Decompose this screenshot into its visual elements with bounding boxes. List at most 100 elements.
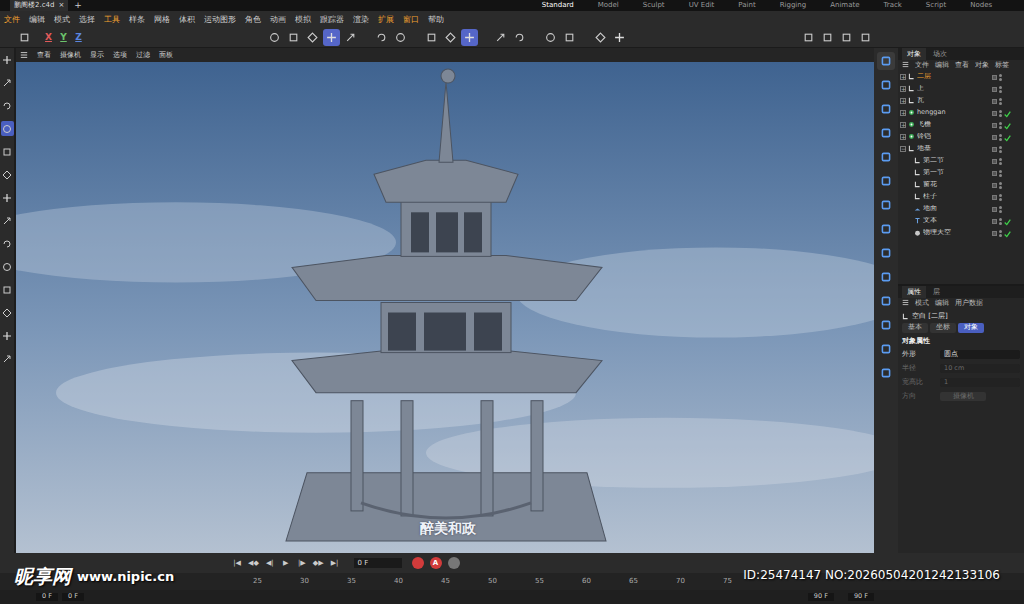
object-row[interactable]: 第一节 — [898, 167, 1024, 179]
field-value[interactable]: 圆点 — [940, 350, 1020, 360]
tool-icon[interactable] — [392, 29, 409, 46]
object-row[interactable]: 窗花 — [898, 179, 1024, 191]
start-field[interactable]: 0 F — [36, 593, 58, 601]
menu-item[interactable]: 模式 — [54, 15, 70, 24]
close-button[interactable]: × — [58, 1, 64, 9]
tool-icon[interactable] — [492, 29, 509, 46]
tool-icon[interactable] — [304, 29, 321, 46]
frame-field[interactable]: 0 F — [354, 558, 402, 568]
panel-tab[interactable]: 属性 — [902, 286, 926, 298]
enable-check[interactable] — [1004, 86, 1011, 93]
panel-menu-item[interactable]: 编辑 — [935, 300, 949, 308]
panel-tab[interactable]: 层 — [928, 286, 945, 298]
enable-check[interactable] — [1004, 146, 1011, 153]
layout-tab[interactable]: Track — [872, 1, 914, 9]
viewport-menu-item[interactable]: 查看 — [37, 51, 51, 59]
object-row[interactable]: +二层 — [898, 71, 1024, 83]
preview-start-field[interactable]: 0 F — [62, 593, 84, 601]
enable-check[interactable] — [1004, 218, 1011, 225]
transport-button[interactable]: ▶| — [328, 558, 342, 568]
enable-check[interactable] — [1004, 74, 1011, 81]
object-row[interactable]: 第二节 — [898, 155, 1024, 167]
render-icon[interactable] — [857, 29, 874, 46]
tool-icon[interactable] — [373, 29, 390, 46]
tool-icon[interactable] — [561, 29, 578, 46]
tool-icon[interactable] — [1, 351, 14, 366]
render-dot[interactable] — [999, 222, 1002, 225]
editor-dot[interactable] — [999, 122, 1002, 125]
undo-icon[interactable] — [16, 29, 33, 46]
layer-box[interactable] — [992, 135, 997, 140]
new-tab-button[interactable]: + — [68, 0, 88, 11]
axis-button[interactable]: Y — [56, 32, 71, 43]
layer-box[interactable] — [992, 99, 997, 104]
editor-dot[interactable] — [999, 218, 1002, 221]
object-icon[interactable] — [877, 52, 895, 70]
editor-dot[interactable] — [999, 182, 1002, 185]
panel-menu-item[interactable]: 文件 — [915, 62, 929, 70]
object-row[interactable]: +瓦 — [898, 95, 1024, 107]
editor-dot[interactable] — [999, 134, 1002, 137]
transport-button[interactable]: |▶ — [295, 558, 309, 568]
layer-box[interactable] — [992, 123, 997, 128]
layer-box[interactable] — [992, 147, 997, 152]
panel-menu-item[interactable]: 标签 — [995, 62, 1009, 70]
menu-item[interactable]: 角色 — [245, 15, 261, 24]
enable-check[interactable] — [1004, 194, 1011, 201]
enable-check[interactable] — [1004, 170, 1011, 177]
layer-box[interactable] — [992, 159, 997, 164]
menu-item[interactable]: 窗口 — [403, 15, 419, 24]
object-icon[interactable] — [877, 148, 895, 166]
transport-button[interactable]: ◀| — [263, 558, 277, 568]
object-icon[interactable] — [877, 76, 895, 94]
layer-box[interactable] — [992, 195, 997, 200]
panel-menu-item[interactable]: 模式 — [915, 300, 929, 308]
expand-toggle[interactable]: + — [900, 134, 906, 140]
object-icon[interactable] — [877, 340, 895, 358]
object-icon[interactable] — [877, 316, 895, 334]
auto-key-button[interactable]: A — [430, 557, 442, 569]
panel-menu-item[interactable]: 对象 — [975, 62, 989, 70]
render-dot[interactable] — [999, 114, 1002, 117]
editor-dot[interactable] — [999, 194, 1002, 197]
end-field[interactable]: 90 F — [848, 593, 874, 601]
object-row[interactable]: +henggan — [898, 107, 1024, 119]
object-icon[interactable] — [877, 364, 895, 382]
hamburger-icon[interactable] — [902, 299, 909, 307]
panel-tab[interactable]: 对象 — [902, 48, 926, 60]
panel-menu-item[interactable]: 查看 — [955, 62, 969, 70]
record-icon[interactable] — [412, 557, 424, 569]
tool-icon[interactable] — [442, 29, 459, 46]
panel-tab[interactable]: 场次 — [928, 48, 952, 60]
layer-box[interactable] — [992, 75, 997, 80]
menu-item[interactable]: 体积 — [179, 15, 195, 24]
expand-toggle[interactable]: + — [900, 110, 906, 116]
expand-toggle[interactable]: + — [900, 98, 906, 104]
menu-item[interactable]: 扩展 — [378, 15, 394, 24]
render-dot[interactable] — [999, 210, 1002, 213]
render-dot[interactable] — [999, 138, 1002, 141]
editor-dot[interactable] — [999, 206, 1002, 209]
editor-dot[interactable] — [999, 170, 1002, 173]
menu-item[interactable]: 网格 — [154, 15, 170, 24]
tool-icon[interactable] — [1, 121, 14, 136]
render-dot[interactable] — [999, 162, 1002, 165]
render-dot[interactable] — [999, 186, 1002, 189]
hamburger-icon[interactable] — [902, 61, 909, 69]
file-tab[interactable]: 鹏阁楼2.c4d× — [10, 0, 68, 11]
menu-item[interactable]: 渲染 — [353, 15, 369, 24]
layout-tab[interactable]: UV Edit — [677, 1, 727, 9]
layout-tab[interactable]: Rigging — [768, 1, 819, 9]
menu-item[interactable]: 文件 — [4, 15, 20, 24]
enable-check[interactable] — [1004, 110, 1011, 117]
transport-button[interactable]: |◀ — [230, 558, 244, 568]
tool-icon[interactable] — [611, 29, 628, 46]
menu-item[interactable]: 编辑 — [29, 15, 45, 24]
menu-item[interactable]: 运动图形 — [204, 15, 236, 24]
tool-icon[interactable] — [1, 259, 14, 274]
viewport-menu-item[interactable]: 摄像机 — [60, 51, 81, 59]
tool-icon[interactable] — [1, 52, 14, 67]
layer-box[interactable] — [992, 183, 997, 188]
layout-tab[interactable]: Script — [914, 1, 958, 9]
render-view[interactable]: 醉美和政 — [16, 62, 874, 553]
